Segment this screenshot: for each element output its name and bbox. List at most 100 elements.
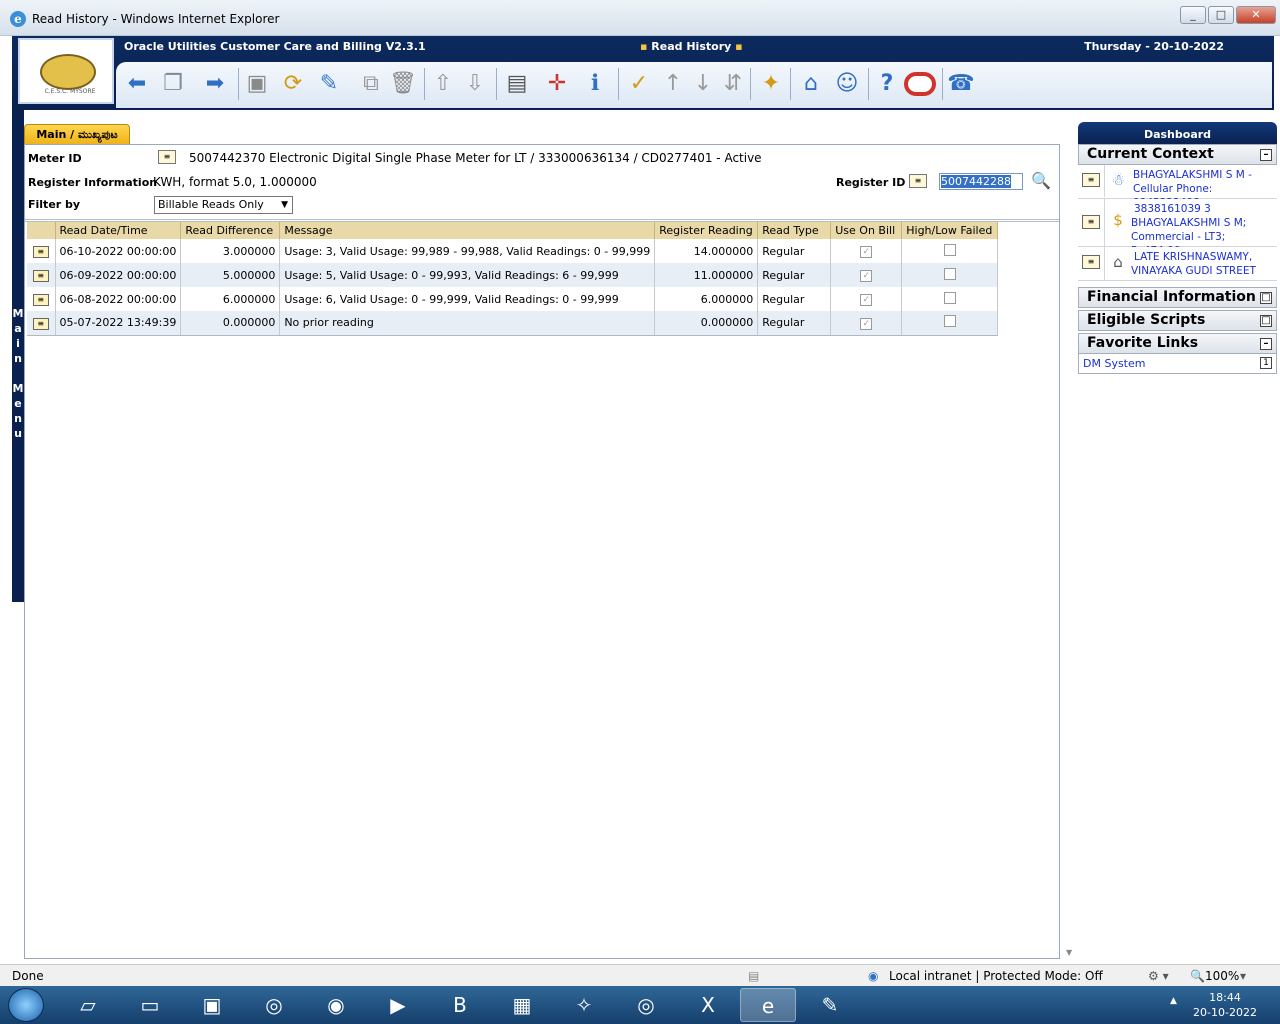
financial-information-header[interactable]: Financial Information □ [1078,287,1277,308]
delete-icon[interactable]: 🗑 [388,69,418,99]
row-context-icon[interactable]: ≡ [27,263,56,287]
grid-header-date[interactable]: Read Date/Time [55,222,182,239]
current-context-header[interactable]: Current Context – [1078,144,1277,165]
folder-icon[interactable]: ▭ [122,988,178,1022]
help-icon[interactable]: ? [872,69,902,99]
paint-icon[interactable]: ✎ [802,988,858,1022]
security-zone[interactable]: Local intranet | Protected Mode: Off [889,969,1103,983]
context-item-person[interactable]: ≡ ☃ BHAGYALAKSHMI S M -Cellular Phone: 9… [1078,165,1277,209]
use-on-bill-checkbox[interactable]: ✓ [830,287,903,311]
clear-icon[interactable]: ✎ [314,69,344,99]
high-low-failed-checkbox[interactable] [901,263,999,287]
context-item-account[interactable]: ≡ $ 3838161039 3 BHAGYALAKSHMI S M; Commer… [1078,199,1277,257]
main-menu-bar[interactable]: Main Menu [12,110,24,602]
search-icon[interactable]: 🔍 [1026,171,1056,193]
favorite-link-dm-system[interactable]: DM System 1 [1078,354,1277,374]
explorer-icon[interactable]: ▱ [60,988,116,1022]
phone-icon[interactable]: ☎ [946,69,976,99]
close-window-button[interactable]: ✕ [1236,6,1276,24]
high-low-failed-checkbox[interactable] [901,311,999,336]
grid-header-type[interactable]: Read Type [757,222,832,239]
wand-icon[interactable]: ✦ [756,69,786,99]
goto-next-icon[interactable]: ⇩ [460,69,490,99]
excel-icon[interactable]: X [680,988,736,1022]
use-on-bill-checkbox[interactable]: ✓ [830,263,903,287]
protected-mode-icon[interactable]: ⚙ ▾ [1148,969,1169,983]
chrome-profile-icon[interactable]: ◎ [618,988,674,1022]
collapse-icon[interactable]: – [1260,338,1272,350]
meter-id-value: 5007442370 Electronic Digital Single Pha… [189,151,762,165]
tray-arrow-icon[interactable]: ▲ [1170,996,1177,1006]
expand-icon[interactable]: □ [1260,292,1272,304]
grid-header-diff[interactable]: Read Difference [180,222,281,239]
high-low-failed-checkbox[interactable] [901,287,999,311]
expand-icon[interactable]: □ [1260,315,1272,327]
house-icon: ⌂ [1113,253,1123,271]
acrobat-icon[interactable]: ✧ [556,988,612,1022]
scroll-down-arrow[interactable]: ▼ [1066,948,1072,957]
duplicate-icon[interactable]: ⧉ [356,69,386,99]
media-icon[interactable]: ▶ [370,988,426,1022]
register-id-input[interactable]: 5007442288 [939,173,1023,190]
checkmark-icon[interactable]: ✓ [624,69,654,99]
arrow-down-icon[interactable]: ↓ [688,69,718,99]
high-low-failed-checkbox[interactable] [901,239,999,263]
taskbar: ▱ ▭ ▣ ◎ ◉ ▶ B ▦ ✧ ◎ Xe ✎ ▲ 18:44 20-10-2022 [0,986,1280,1024]
winrar-icon[interactable]: ▦ [494,988,550,1022]
user-icon[interactable]: ☺ [832,69,862,99]
dashboard-title: Dashboard [1078,122,1277,144]
grid-header-use-on-bill[interactable]: Use On Bill [830,222,903,239]
register-context-icon[interactable]: ≡ [909,174,927,188]
zone-icon[interactable]: ▤ [502,69,532,99]
zoom-icon[interactable]: 🔍 [1190,969,1205,983]
minimize-button[interactable]: _ [1180,6,1206,24]
tab-main[interactable]: Main / ಮುಖ್ಯಪುಟ [24,124,130,144]
row-context-icon[interactable]: ≡ [27,287,56,311]
table-row[interactable]: ≡ 05-07-2022 13:49:39 0.000000 No prior rea… [27,311,999,336]
table-row[interactable]: ≡ 06-10-2022 00:00:00 3.000000 Usage: 3, Va… [27,239,999,263]
info-icon[interactable]: ℹ [580,69,610,99]
back-arrow-icon[interactable]: ⬅ [122,69,152,99]
home-icon[interactable]: ⌂ [796,69,826,99]
bullseye-icon[interactable]: ✛ [542,69,572,99]
meter-context-icon[interactable]: ≡ [158,150,176,164]
context-item-premise[interactable]: ≡ ⌂ LATE KRISHNASWAMY, VINAYAKA GUDI STRE… [1078,247,1277,281]
start-button[interactable] [8,988,44,1022]
sort-icon[interactable]: ⇵ [718,69,748,99]
save-icon[interactable]: ▣ [242,69,272,99]
collapse-icon[interactable]: – [1260,149,1272,161]
refresh-icon[interactable]: ⟳ [278,69,308,99]
arrow-up-icon[interactable]: ↑ [658,69,688,99]
clock[interactable]: 18:44 20-10-2022 [1190,990,1260,1020]
grid-header-icon [27,222,56,239]
ie-icon[interactable]: e [740,988,796,1022]
zoom-level[interactable]: 100% [1205,969,1239,983]
chrome-icon[interactable]: ◎ [246,988,302,1022]
oracle-icon[interactable] [904,72,936,96]
context-menu-icon[interactable]: ≡ [1082,173,1100,187]
monitor-icon[interactable]: ▣ [184,988,240,1022]
table-row[interactable]: ≡ 06-09-2022 00:00:00 5.000000 Usage: 5, Va… [27,263,999,287]
clock-time: 18:44 [1209,991,1241,1004]
forward-arrow-icon[interactable]: ➡ [200,69,230,99]
goto-previous-icon[interactable]: ⇧ [428,69,458,99]
grid-header-message[interactable]: Message [279,222,656,239]
eligible-scripts-header[interactable]: Eligible Scripts □ [1078,310,1277,331]
grid-header-reading[interactable]: Register Reading [654,222,759,239]
context-menu-icon[interactable]: ≡ [1082,255,1100,269]
context-menu-icon[interactable]: ≡ [1082,215,1100,229]
maximize-button[interactable]: □ [1208,6,1234,24]
firefox-icon[interactable]: ◉ [308,988,364,1022]
row-context-icon[interactable]: ≡ [27,239,56,263]
use-on-bill-checkbox[interactable]: ✓ [830,311,903,336]
row-context-icon[interactable]: ≡ [27,311,56,336]
bold-icon[interactable]: B [432,988,488,1022]
read-date-cell: 06-09-2022 00:00:00 [55,263,182,287]
copy-icon[interactable]: ❐ [158,69,188,99]
zoom-dropdown-icon[interactable]: ▾ [1240,969,1246,983]
use-on-bill-checkbox[interactable]: ✓ [830,239,903,263]
favorite-links-header[interactable]: Favorite Links – [1078,333,1277,354]
grid-header-high-low[interactable]: High/Low Failed [901,222,999,239]
table-row[interactable]: ≡ 06-08-2022 00:00:00 6.000000 Usage: 6, Va… [27,287,999,311]
filter-select[interactable]: Billable Reads Only ▼ [154,196,293,214]
